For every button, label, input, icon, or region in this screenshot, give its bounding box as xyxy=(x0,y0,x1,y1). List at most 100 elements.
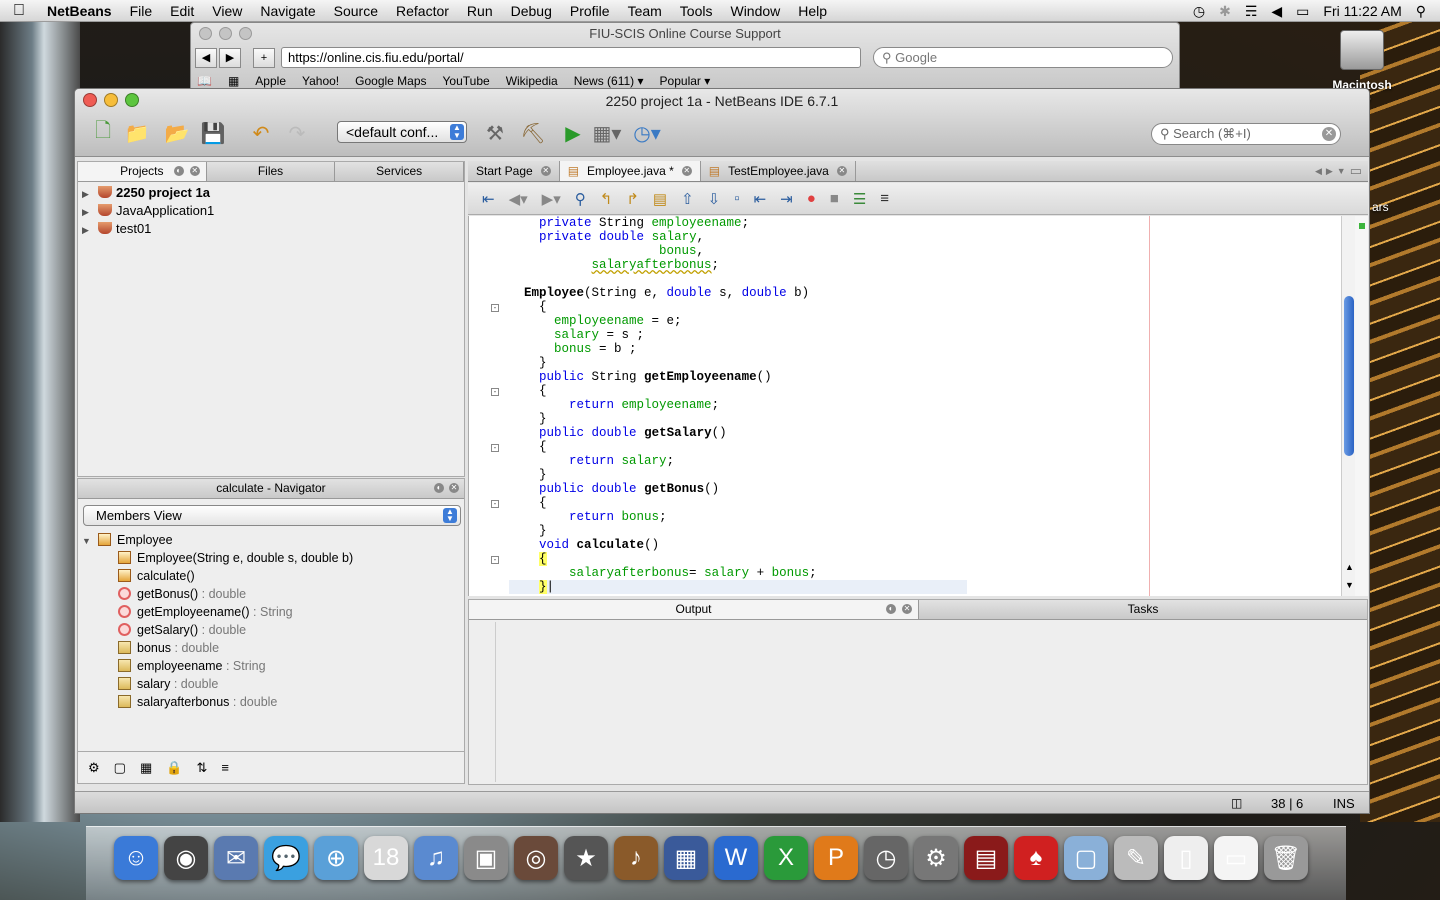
menu-file[interactable]: File xyxy=(121,0,162,22)
bookmark-apple[interactable]: Apple xyxy=(255,74,286,88)
debug-icon[interactable]: ▦▾ xyxy=(593,119,622,147)
spotlight-icon[interactable]: ⚲ xyxy=(1416,0,1426,22)
menu-debug[interactable]: Debug xyxy=(502,0,561,22)
close-panel-icon[interactable]: ✕ xyxy=(189,166,200,176)
scroll-tabs-left-icon[interactable]: ◀ xyxy=(1315,166,1322,177)
browser-search-field[interactable]: ⚲ Google xyxy=(873,47,1173,68)
profile-icon[interactable]: ◷▾ xyxy=(633,119,661,147)
ical-icon[interactable]: 18 xyxy=(364,836,408,880)
bluetooth-icon[interactable]: ✱ xyxy=(1219,0,1231,22)
menu-clock[interactable]: Fri 11:22 AM xyxy=(1323,3,1401,19)
tab-start-page[interactable]: Start Page ✕ xyxy=(468,161,560,181)
navigator-member-item[interactable]: getBonus() : double xyxy=(118,585,462,603)
bookmark-yahoo[interactable]: Yahoo! xyxy=(302,74,339,88)
shift-right-icon[interactable]: ⇥ xyxy=(780,190,793,208)
find-previous-icon[interactable]: ↰ xyxy=(600,190,613,208)
navigator-member-item[interactable]: getEmployeename() : String xyxy=(118,603,462,621)
tab-test-employee-java[interactable]: ▤ TestEmployee.java ✕ xyxy=(701,161,856,181)
add-bookmark-button[interactable]: + xyxy=(253,48,275,68)
next-bookmark-icon[interactable]: ⇩ xyxy=(708,190,721,208)
show-inherited-icon[interactable]: ⚙ xyxy=(88,760,100,776)
configuration-select[interactable]: <default conf... ▲ ▼ xyxy=(337,121,467,143)
maximize-editor-icon[interactable]: ▭ xyxy=(1350,163,1362,179)
navigator-member-item[interactable]: employeename : String xyxy=(118,657,462,675)
navigator-member-item[interactable]: calculate() xyxy=(118,567,462,585)
bookmark-google-maps[interactable]: Google Maps xyxy=(355,74,426,88)
fold-icon[interactable]: - xyxy=(491,556,499,564)
new-file-icon[interactable]: 🗋 xyxy=(89,119,117,147)
code-editor[interactable]: - - - - - private String employeename; p… xyxy=(468,216,1368,596)
scroll-up-icon[interactable]: ▲ xyxy=(1345,562,1354,572)
system-preferences-icon[interactable]: ⚙ xyxy=(914,836,958,880)
time-machine-menu-icon[interactable]: ◷ xyxy=(1193,0,1205,22)
close-navigator-icon[interactable]: ✕ xyxy=(449,483,459,493)
editor-scroll-thumb[interactable] xyxy=(1344,296,1354,456)
last-edit-icon[interactable]: ⇤ xyxy=(482,190,495,208)
fold-icon[interactable]: - xyxy=(491,500,499,508)
editor-scrollbar[interactable]: ▲ ▼ xyxy=(1341,216,1355,596)
apple-menu-icon[interactable]:  xyxy=(0,2,38,20)
undo-icon[interactable]: ↶ xyxy=(247,119,275,147)
build-hammer-icon[interactable]: ⚒ xyxy=(481,119,509,147)
stop-macro-icon[interactable]: ■ xyxy=(830,190,839,207)
iphoto-icon[interactable]: ▣ xyxy=(464,836,508,880)
mail-icon[interactable]: ✉ xyxy=(214,836,258,880)
find-icon[interactable]: ⚲ xyxy=(575,190,586,208)
textedit-icon[interactable]: ✎ xyxy=(1114,836,1158,880)
project-item[interactable]: ▶ JavaApplication1 xyxy=(82,202,464,220)
volume-icon[interactable]: ◀ xyxy=(1271,0,1282,22)
fold-icon[interactable]: - xyxy=(491,304,499,312)
menu-source[interactable]: Source xyxy=(325,0,387,22)
powerpoint-icon[interactable]: P xyxy=(814,836,858,880)
navigator-member-item[interactable]: Employee(String e, double s, double b) xyxy=(118,549,462,567)
ichat-icon[interactable]: 💬 xyxy=(264,836,308,880)
wifi-icon[interactable]: ☴ xyxy=(1245,0,1258,22)
clear-search-icon[interactable]: ✕ xyxy=(1322,127,1336,141)
dashboard-icon[interactable]: ◉ xyxy=(164,836,208,880)
find-next-icon[interactable]: ↱ xyxy=(626,190,639,208)
top-sites-grid-icon[interactable]: ▦ xyxy=(228,74,239,88)
show-non-public-icon[interactable]: 🔒 xyxy=(166,760,182,776)
close-tab-icon[interactable]: ✕ xyxy=(540,166,551,176)
open-project-icon[interactable]: 📂 xyxy=(163,119,191,147)
url-field[interactable]: https://online.cis.fiu.edu/portal/ xyxy=(281,47,861,68)
navigator-member-item[interactable]: salary : double xyxy=(118,675,462,693)
collapse-arrow-icon[interactable]: ▼ xyxy=(82,532,94,550)
redo-icon[interactable]: ↷ xyxy=(283,119,311,147)
tab-projects[interactable]: Projects ◐ ✕ xyxy=(78,162,207,181)
spaces-icon[interactable]: ▦ xyxy=(664,836,708,880)
start-macro-icon[interactable]: ● xyxy=(807,190,816,207)
tab-tasks[interactable]: Tasks xyxy=(919,600,1367,619)
tab-output[interactable]: Output ◐ ✕ xyxy=(469,600,919,619)
tab-files[interactable]: Files xyxy=(207,162,336,181)
word-icon[interactable]: W xyxy=(714,836,758,880)
imovie-icon[interactable]: ★ xyxy=(564,836,608,880)
project-item[interactable]: ▶ test01 xyxy=(82,220,464,238)
menu-navigate[interactable]: Navigate xyxy=(251,0,324,22)
expand-arrow-icon[interactable]: ▶ xyxy=(82,185,94,203)
forward-icon[interactable]: ▶▾ xyxy=(542,190,561,208)
poker-icon[interactable]: ♠ xyxy=(1014,836,1058,880)
time-machine-icon[interactable]: ◷ xyxy=(864,836,908,880)
back-icon[interactable]: ◀▾ xyxy=(509,190,528,208)
minimize-navigator-icon[interactable]: ◐ xyxy=(434,483,444,493)
new-project-icon[interactable]: 📁 xyxy=(123,119,151,147)
bookmarks-book-icon[interactable]: 📖 xyxy=(197,74,212,88)
tab-list-icon[interactable]: ▼ xyxy=(1337,166,1346,176)
tab-employee-java[interactable]: ▤ Employee.java * ✕ xyxy=(559,161,701,181)
minimize-panel-icon[interactable]: ◐ xyxy=(173,166,184,176)
show-fields-icon[interactable]: ▢ xyxy=(114,760,126,776)
previous-bookmark-icon[interactable]: ⇧ xyxy=(681,190,694,208)
bookmark-wikipedia[interactable]: Wikipedia xyxy=(506,74,558,88)
finder-icon[interactable]: ☺ xyxy=(114,836,158,880)
project-item[interactable]: ▶ 2250 project 1a xyxy=(82,184,464,202)
menu-help[interactable]: Help xyxy=(789,0,836,22)
menu-tools[interactable]: Tools xyxy=(671,0,722,22)
expand-arrow-icon[interactable]: ▶ xyxy=(82,221,94,239)
forward-button[interactable]: ▶ xyxy=(219,48,241,68)
safari-icon[interactable]: ⊕ xyxy=(314,836,358,880)
show-static-icon[interactable]: ▦ xyxy=(140,760,152,776)
fold-icon[interactable]: - xyxy=(491,444,499,452)
scroll-tabs-right-icon[interactable]: ▶ xyxy=(1326,166,1333,177)
close-tab-icon[interactable]: ✕ xyxy=(836,166,847,176)
